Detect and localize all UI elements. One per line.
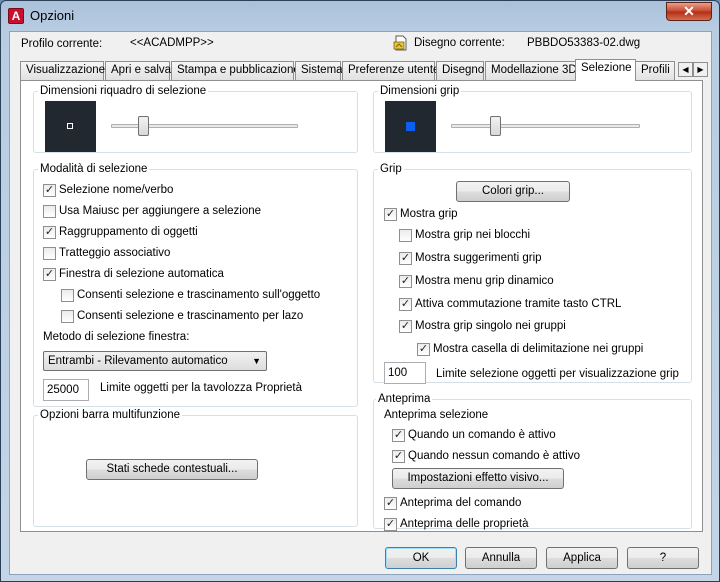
properties-object-limit-input[interactable]: 25000 (43, 379, 89, 401)
checkbox-label: Consenti selezione e trascinamento per l… (77, 310, 304, 322)
contextual-tab-states-button[interactable]: Stati schede contestuali... (86, 459, 258, 480)
checkbox-box[interactable] (43, 205, 56, 218)
drawing-file-icon (393, 35, 409, 51)
apply-button[interactable]: Applica (546, 547, 618, 569)
visual-effect-settings-button[interactable]: Impostazioni effetto visivo... (392, 468, 564, 489)
tab-scroll-right-icon[interactable]: ▶ (693, 62, 708, 77)
grip-size-slider-thumb[interactable] (490, 116, 501, 136)
tab-stampa-e-pubblicazione[interactable]: Stampa e pubblicazione (171, 61, 300, 80)
preview-group: Anteprima Anteprima selezione ✓ Quando un… (373, 393, 692, 531)
pickbox-marker (67, 123, 73, 129)
checkbox-label: Quando un comando è attivo (408, 429, 556, 441)
grip-size-title: Dimensioni grip (378, 85, 462, 97)
checkbox-box[interactable]: ✓ (399, 252, 412, 265)
checkbox-label: Mostra suggerimenti grip (415, 252, 542, 264)
window-method-label: Metodo di selezione finestra: (43, 331, 190, 343)
checkbox-box[interactable]: ✓ (384, 518, 397, 531)
window-method-value: Entrambi - Rilevamento automatico (48, 355, 228, 367)
grip-size-group: Dimensioni grip (373, 85, 692, 153)
properties-object-limit-label: Limite oggetti per la tavolozza Propriet… (100, 382, 302, 394)
checkbox-label: Finestra di selezione automatica (59, 268, 224, 280)
checkbox-box[interactable]: ✓ (399, 275, 412, 288)
checkbox-box[interactable]: ✓ (417, 343, 430, 356)
checkbox-label: Mostra grip nei blocchi (415, 229, 531, 241)
checkbox-box[interactable]: ✓ (43, 268, 56, 281)
current-profile-value: <<ACADMPP>> (130, 37, 214, 49)
grip-object-limit-input[interactable]: 100 (384, 362, 426, 384)
checkbox-label: Consenti selezione e trascinamento sull'… (77, 289, 321, 301)
help-button[interactable]: ? (627, 547, 699, 569)
checkbox-label: Usa Maiusc per aggiungere a selezione (59, 205, 262, 217)
checkbox-label: Raggruppamento di oggetti (59, 226, 198, 238)
grip-size-slider-track[interactable] (451, 124, 640, 128)
checkbox-label: Quando nessun comando è attivo (408, 450, 580, 462)
pickbox-preview (45, 101, 96, 152)
ok-button[interactable]: OK (385, 547, 457, 569)
checkbox-label: Mostra casella di delimitazione nei grup… (433, 343, 644, 355)
checkbox-box[interactable]: ✓ (392, 429, 405, 442)
title-bar[interactable]: A Opzioni ✕ (1, 1, 719, 31)
current-drawing-value: PBBDO53383-02.dwg (527, 37, 641, 49)
tab-disegno[interactable]: Disegno (436, 61, 484, 80)
checkbox-box[interactable] (61, 289, 74, 302)
checkbox-box[interactable] (43, 247, 56, 260)
close-button[interactable]: ✕ (666, 2, 712, 21)
tab-selezione[interactable]: Selezione (575, 59, 636, 81)
dialog-client-area: Profilo corrente: <<ACADMPP>> Disegno co… (9, 31, 712, 575)
window-method-select[interactable]: Entrambi - Rilevamento automatico ▼ (43, 351, 267, 371)
grip-size-preview (385, 101, 436, 152)
checkbox-box[interactable]: ✓ (392, 450, 405, 463)
ribbon-options-group: Opzioni barra multifunzione Stati schede… (33, 409, 358, 527)
checkbox-box[interactable]: ✓ (399, 320, 412, 333)
checkbox-label: Attiva commutazione tramite tasto CTRL (415, 298, 622, 310)
grip-colors-button[interactable]: Colori grip... (456, 181, 570, 202)
grips-title: Grip (378, 163, 404, 175)
pickbox-slider-thumb[interactable] (138, 116, 149, 136)
checkbox-label: Selezione nome/verbo (59, 184, 174, 196)
current-profile-label: Profilo corrente: (21, 38, 103, 50)
checkbox-label: Tratteggio associativo (59, 247, 171, 259)
checkbox-box[interactable]: ✓ (399, 298, 412, 311)
cancel-button[interactable]: Annulla (465, 547, 537, 569)
tab-strip: Visualizzazione Apri e salva Stampa e pu… (20, 59, 710, 81)
tab-profili[interactable]: Profili (635, 61, 675, 80)
checkbox-box[interactable]: ✓ (43, 226, 56, 239)
tab-sistema[interactable]: Sistema (295, 61, 343, 80)
tab-modellazione-3d[interactable]: Modellazione 3D (485, 61, 577, 80)
checkbox-label: Anteprima delle proprietà (400, 518, 529, 530)
checkbox-box[interactable] (399, 229, 412, 242)
selection-tab-panel: Dimensioni riquadro di selezione Dimensi… (20, 80, 703, 532)
checkbox-box[interactable]: ✓ (384, 208, 397, 221)
pickbox-size-title: Dimensioni riquadro di selezione (38, 85, 209, 97)
grip-object-limit-label: Limite selezione oggetti per visualizzaz… (436, 368, 679, 380)
preview-title: Anteprima (376, 393, 433, 405)
selection-modes-group: Modalità di selezione ✓ Selezione nome/ve… (33, 163, 358, 407)
checkbox-label: Anteprima del comando (400, 497, 522, 509)
selection-modes-title: Modalità di selezione (38, 163, 150, 175)
tab-preferenze-utente[interactable]: Preferenze utente (342, 61, 439, 80)
options-dialog: A Opzioni ✕ Profilo corrente: <<ACADMPP>… (0, 0, 720, 582)
chevron-down-icon: ▼ (252, 356, 261, 366)
current-drawing-label: Disegno corrente: (414, 37, 505, 49)
grip-marker (406, 122, 415, 131)
tab-scroll-left-icon[interactable]: ◀ (678, 62, 693, 77)
selection-preview-label: Anteprima selezione (384, 409, 489, 421)
grips-group: Grip Colori grip... ✓ Mostra grip Mostra … (373, 163, 692, 384)
checkbox-box[interactable] (61, 310, 74, 323)
checkbox-box[interactable]: ✓ (43, 184, 56, 197)
autocad-icon[interactable]: A (8, 8, 24, 24)
tab-visualizzazione[interactable]: Visualizzazione (20, 61, 105, 80)
checkbox-label: Mostra grip singolo nei gruppi (415, 320, 566, 332)
checkbox-box[interactable]: ✓ (384, 497, 397, 510)
checkbox-label: Mostra menu grip dinamico (415, 275, 554, 287)
pickbox-size-group: Dimensioni riquadro di selezione (33, 85, 358, 153)
tab-apri-e-salva[interactable]: Apri e salva (105, 61, 171, 80)
window-title: Opzioni (30, 8, 75, 23)
checkbox-label: Mostra grip (400, 208, 458, 220)
ribbon-options-title: Opzioni barra multifunzione (38, 409, 182, 421)
